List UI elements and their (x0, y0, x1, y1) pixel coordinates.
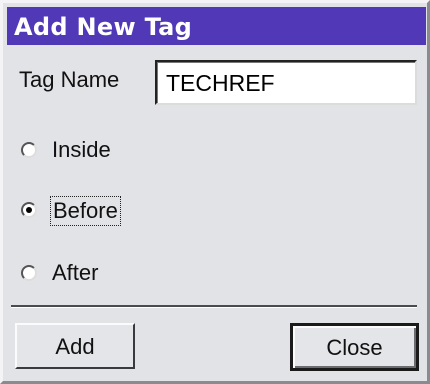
add-new-tag-dialog: Add New Tag Tag Name TECHREF Inside Befo… (0, 0, 430, 384)
separator-line (11, 305, 417, 308)
radio-button-after[interactable] (21, 265, 37, 281)
radio-label-after[interactable]: After (50, 259, 100, 287)
close-button-label: Close (326, 335, 383, 360)
tag-name-value: TECHREF (166, 70, 275, 96)
radio-selected-dot (26, 207, 32, 213)
dialog-title: Add New Tag (14, 13, 193, 41)
close-button[interactable]: Close (290, 323, 419, 371)
radio-button-inside[interactable] (21, 142, 37, 158)
radio-button-before[interactable] (21, 202, 37, 218)
tag-name-input[interactable]: TECHREF (155, 60, 417, 105)
radio-label-inside[interactable]: Inside (50, 136, 113, 164)
tag-name-label: Tag Name (19, 67, 120, 92)
add-button-label: Add (55, 334, 95, 359)
title-bar[interactable]: Add New Tag (7, 7, 426, 45)
add-button[interactable]: Add (15, 323, 135, 369)
radio-label-before[interactable]: Before (50, 196, 121, 226)
